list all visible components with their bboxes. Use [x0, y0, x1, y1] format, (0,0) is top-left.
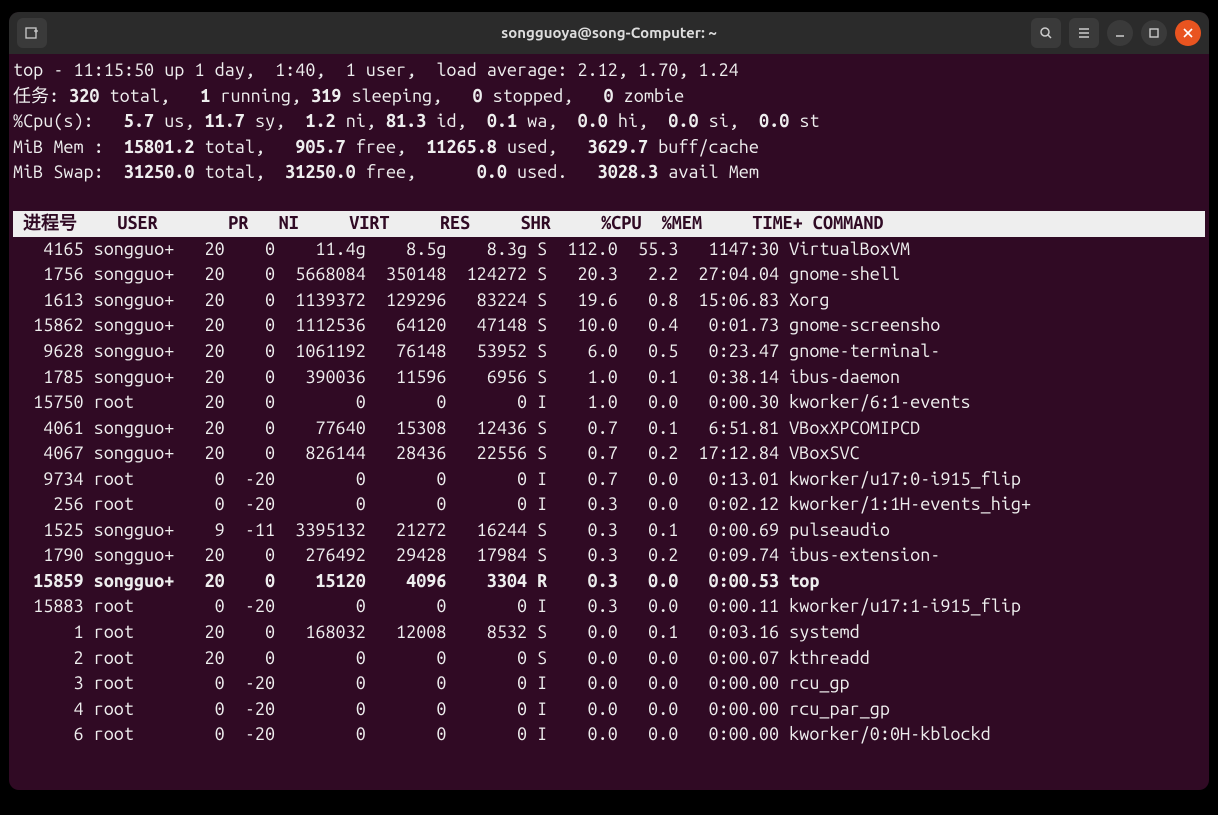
- process-row: 15883 root 0 -20 0 0 0 I 0.3 0.0 0:00.11…: [13, 594, 1205, 620]
- process-row: 9628 songguo+ 20 0 1061192 76148 53952 S…: [13, 339, 1205, 365]
- new-tab-button[interactable]: [17, 18, 47, 48]
- titlebar: songguoya@song-Computer: ~: [9, 12, 1209, 54]
- mem-line: MiB Mem : 15801.2 total, 905.7 free, 112…: [13, 135, 1205, 161]
- process-row: 1 root 20 0 168032 12008 8532 S 0.0 0.1 …: [13, 620, 1205, 646]
- process-header: 进程号 USER PR NI VIRT RES SHR %CPU %MEM TI…: [13, 211, 1205, 237]
- terminal-window: songguoya@song-Computer: ~ top - 11:15:5…: [9, 12, 1209, 790]
- maximize-button[interactable]: [1141, 20, 1167, 46]
- process-row: 1756 songguo+ 20 0 5668084 350148 124272…: [13, 262, 1205, 288]
- hamburger-icon: [1076, 25, 1092, 41]
- process-row: 9734 root 0 -20 0 0 0 I 0.7 0.0 0:13.01 …: [13, 467, 1205, 493]
- process-row: 1785 songguo+ 20 0 390036 11596 6956 S 1…: [13, 365, 1205, 391]
- minimize-button[interactable]: [1107, 20, 1133, 46]
- process-row: 4061 songguo+ 20 0 77640 15308 12436 S 0…: [13, 416, 1205, 442]
- process-row: 1790 songguo+ 20 0 276492 29428 17984 S …: [13, 543, 1205, 569]
- close-icon: [1180, 25, 1196, 41]
- menu-button[interactable]: [1069, 18, 1099, 48]
- process-row: 15750 root 20 0 0 0 0 I 1.0 0.0 0:00.30 …: [13, 390, 1205, 416]
- process-row: 15862 songguo+ 20 0 1112536 64120 47148 …: [13, 313, 1205, 339]
- process-row: 3 root 0 -20 0 0 0 I 0.0 0.0 0:00.00 rcu…: [13, 671, 1205, 697]
- process-row: 15859 songguo+ 20 0 15120 4096 3304 R 0.…: [13, 569, 1205, 595]
- search-button[interactable]: [1031, 18, 1061, 48]
- tasks-line: 任务: 320 total, 1 running, 319 sleeping, …: [13, 84, 1205, 110]
- process-row: 4067 songguo+ 20 0 826144 28436 22556 S …: [13, 441, 1205, 467]
- process-row: 4 root 0 -20 0 0 0 I 0.0 0.0 0:00.00 rcu…: [13, 697, 1205, 723]
- swap-line: MiB Swap: 31250.0 total, 31250.0 free, 0…: [13, 160, 1205, 186]
- top-summary-line: top - 11:15:50 up 1 day, 1:40, 1 user, l…: [13, 58, 1205, 84]
- maximize-icon: [1146, 25, 1162, 41]
- process-row: 6 root 0 -20 0 0 0 I 0.0 0.0 0:00.00 kwo…: [13, 722, 1205, 748]
- cpu-line: %Cpu(s): 5.7 us, 11.7 sy, 1.2 ni, 81.3 i…: [13, 109, 1205, 135]
- process-row: 2 root 20 0 0 0 0 S 0.0 0.0 0:00.07 kthr…: [13, 646, 1205, 672]
- process-row: 256 root 0 -20 0 0 0 I 0.3 0.0 0:02.12 k…: [13, 492, 1205, 518]
- search-icon: [1038, 25, 1054, 41]
- process-row: 1613 songguo+ 20 0 1139372 129296 83224 …: [13, 288, 1205, 314]
- new-tab-icon: [24, 25, 40, 41]
- process-row: 1525 songguo+ 9 -11 3395132 21272 16244 …: [13, 518, 1205, 544]
- blank-line: [13, 186, 1205, 212]
- minimize-icon: [1112, 25, 1128, 41]
- close-button[interactable]: [1175, 20, 1201, 46]
- terminal-content[interactable]: top - 11:15:50 up 1 day, 1:40, 1 user, l…: [9, 54, 1209, 752]
- window-title: songguoya@song-Computer: ~: [9, 22, 1209, 43]
- process-row: 4165 songguo+ 20 0 11.4g 8.5g 8.3g S 112…: [13, 237, 1205, 263]
